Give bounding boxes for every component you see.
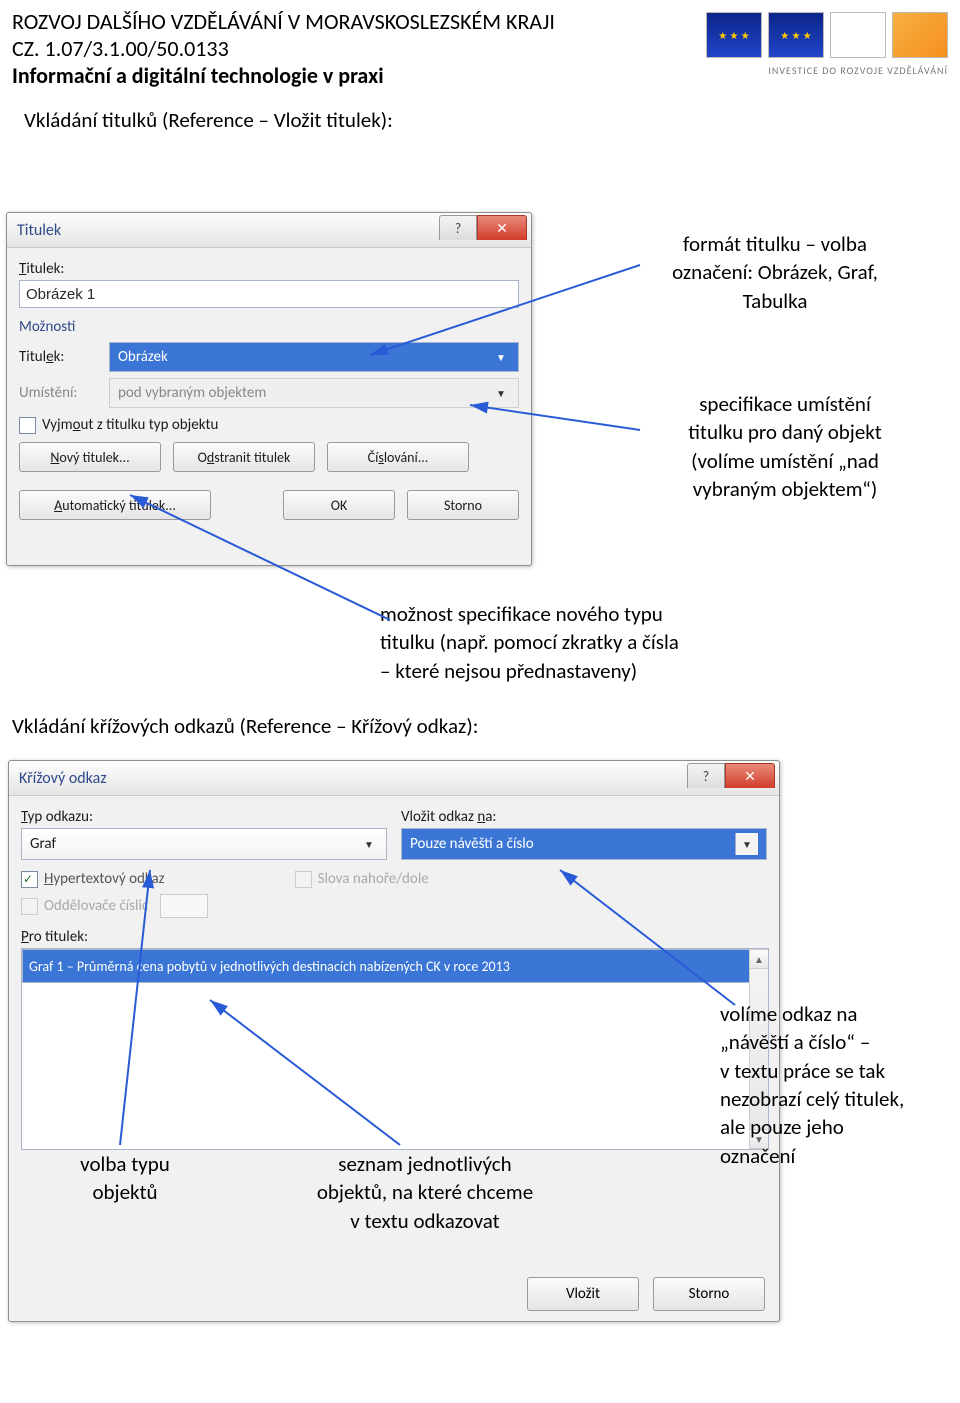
eu-flag-logo [768,12,824,58]
doc-subtitle: Informační a digitální technologie v pra… [12,62,384,89]
doc-code: CZ. 1.07/3.1.00/50.0133 [12,35,555,62]
reftype-label: Typ odkazu: [21,808,387,826]
delete-label-button[interactable]: Odstranit titulek [173,442,315,472]
logo-strip: INVESTICE DO ROZVOJE VZDĚLÁVÁNÍ [706,8,948,77]
annotation-obj-list: seznam jednotlivých objektů, na které ch… [285,1150,565,1235]
chevron-down-icon: ▼ [735,833,758,855]
insertref-dropdown[interactable]: Pouze návěští a číslo ▼ [401,828,767,860]
scroll-up-icon[interactable]: ▲ [749,949,769,969]
ok-button[interactable]: OK [283,490,395,520]
caption-dialog-title: Titulek [17,221,61,240]
annotation-position: specifikace umístění titulku pro daný ob… [620,390,950,503]
section-2-heading: Vkládání křížových odkazů (Reference – K… [12,712,478,740]
exclude-label-checkbox[interactable]: Vyjmout z titulku typ objektu [19,416,519,434]
cancel-button[interactable]: Storno [407,490,519,520]
abovebelow-checkbox: Slova nahoře/dole [295,870,429,888]
position-dropdown-value: pod vybraným objektem [118,384,266,402]
chevron-down-icon: ▼ [360,835,378,853]
chevron-down-icon: ▼ [492,384,510,402]
annotation-new-type: možnost specifikace nového typu titulku … [380,600,880,685]
insertref-label: Vložit odkaz na: [401,808,767,826]
new-label-button[interactable]: Nový titulek... [19,442,161,472]
exclude-label-text: Vyjmout z titulku typ objektu [42,416,218,434]
position-dropdown[interactable]: pod vybraným objektem ▼ [109,378,519,408]
separators-checkbox: Oddělovače číslic [21,894,767,918]
annotation-obj-type: volba typu objektů [50,1150,200,1207]
msmt-logo [830,12,886,58]
close-button[interactable]: ✕ [725,763,775,788]
insertref-value: Pouze návěští a číslo [410,835,534,853]
checkbox-icon [295,871,312,888]
reftype-value: Graf [30,835,56,853]
separators-label: Oddělovače číslic [44,897,148,915]
caption-text-input[interactable] [19,280,519,308]
op-vk-logo [892,12,948,58]
invest-slogan: INVESTICE DO ROZVOJE VZDĚLÁVÁNÍ [768,64,948,77]
help-button[interactable]: ? [439,215,477,240]
caption-dialog-titlebar[interactable]: Titulek ? ✕ [7,213,531,248]
doc-title: ROZVOJ DALŠÍHO VZDĚLÁVÁNÍ V MORAVSKOSLEZ… [12,8,555,35]
caption-dialog: Titulek ? ✕ Titulek: Možnosti Titulek: O… [6,212,532,566]
caption-listbox[interactable]: Graf 1 – Průměrná cena pobytů v jednotli… [21,948,769,1150]
label-dropdown[interactable]: Obrázek ▼ [109,342,519,372]
crossref-dialog-titlebar[interactable]: Křížový odkaz ? ✕ [9,761,779,796]
annotation-link-choice: volíme odkaz na „návěští a číslo“ – v te… [720,1000,960,1170]
options-heading: Možnosti [19,318,519,336]
numbering-button[interactable]: Číslování... [327,442,469,472]
crossref-dialog: Křížový odkaz ? ✕ Typ odkazu: Graf ▼ Vlo… [8,760,780,1322]
insert-button[interactable]: Vložit [527,1277,639,1311]
hyperlink-label: Hypertextový odkaz [44,870,165,888]
cancel-button[interactable]: Storno [653,1277,765,1311]
auto-caption-button[interactable]: Automatický titulek... [19,490,211,520]
chevron-down-icon: ▼ [492,348,510,366]
separators-input [160,894,208,918]
section-1-heading: Vkládání titulků (Reference – Vložit tit… [24,107,948,133]
checkbox-icon [21,898,38,915]
esf-logo [706,12,762,58]
close-button[interactable]: ✕ [477,215,527,240]
abovebelow-label: Slova nahoře/dole [318,870,429,888]
checkbox-icon [19,417,36,434]
label-dropdown-label: Titulek: [19,348,101,366]
annotation-format: formát titulku – volba označení: Obrázek… [610,230,940,315]
position-dropdown-label: Umístění: [19,384,101,402]
list-item[interactable]: Graf 1 – Průměrná cena pobytů v jednotli… [22,949,768,983]
hyperlink-checkbox[interactable]: Hypertextový odkaz [21,870,165,888]
crossref-dialog-title: Křížový odkaz [19,769,107,788]
checkbox-icon [21,871,38,888]
page-header: ROZVOJ DALŠÍHO VZDĚLÁVÁNÍ V MORAVSKOSLEZ… [0,0,960,133]
help-button[interactable]: ? [687,763,725,788]
caption-label: Titulek: [19,260,519,278]
forcaption-label: Pro titulek: [21,928,767,946]
reftype-dropdown[interactable]: Graf ▼ [21,828,387,860]
label-dropdown-value: Obrázek [118,348,168,366]
